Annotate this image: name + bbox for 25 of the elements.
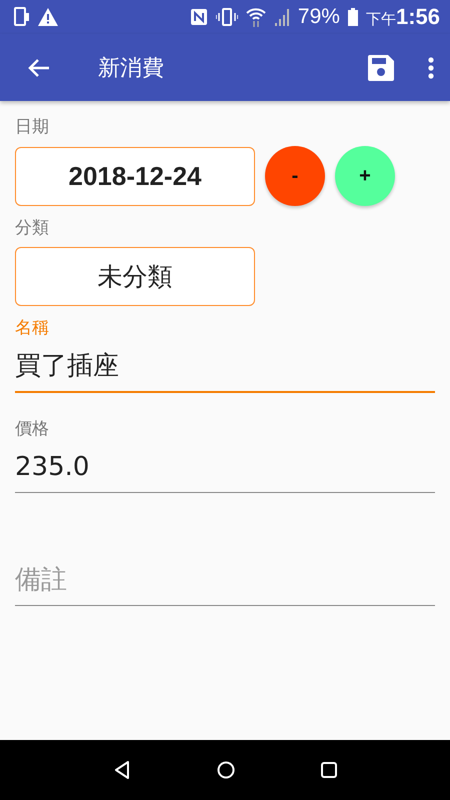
square-recents-icon (321, 762, 337, 778)
phone-icon (14, 7, 30, 27)
nfc-icon (190, 8, 208, 26)
signal-icon (274, 8, 290, 26)
more-vertical-icon (428, 56, 434, 78)
field-label: 價格 (15, 418, 49, 440)
back-arrow-icon (28, 58, 50, 78)
battery-icon (348, 8, 358, 26)
date-field[interactable]: 2018-12-24 (15, 146, 255, 206)
warning-icon (38, 8, 58, 26)
triangle-back-icon (113, 760, 131, 780)
circle-home-icon (217, 761, 235, 779)
plus-button[interactable]: + (335, 146, 395, 206)
field-label: 名稱 (15, 317, 49, 339)
screen-title: 新消費 (98, 54, 165, 82)
minus-button[interactable]: - (265, 146, 325, 206)
text-field[interactable]: 235.0 (15, 448, 435, 493)
clock: 下午1:56 (366, 4, 440, 30)
text-field[interactable]: 買了插座 (15, 347, 435, 393)
vibrate-icon (216, 8, 238, 26)
category-field[interactable]: 未分類 (15, 247, 255, 306)
field-label: 分類 (15, 217, 49, 239)
field-label: 日期 (15, 116, 49, 138)
wifi-icon (246, 7, 266, 27)
battery-percent: 79% (298, 5, 340, 29)
